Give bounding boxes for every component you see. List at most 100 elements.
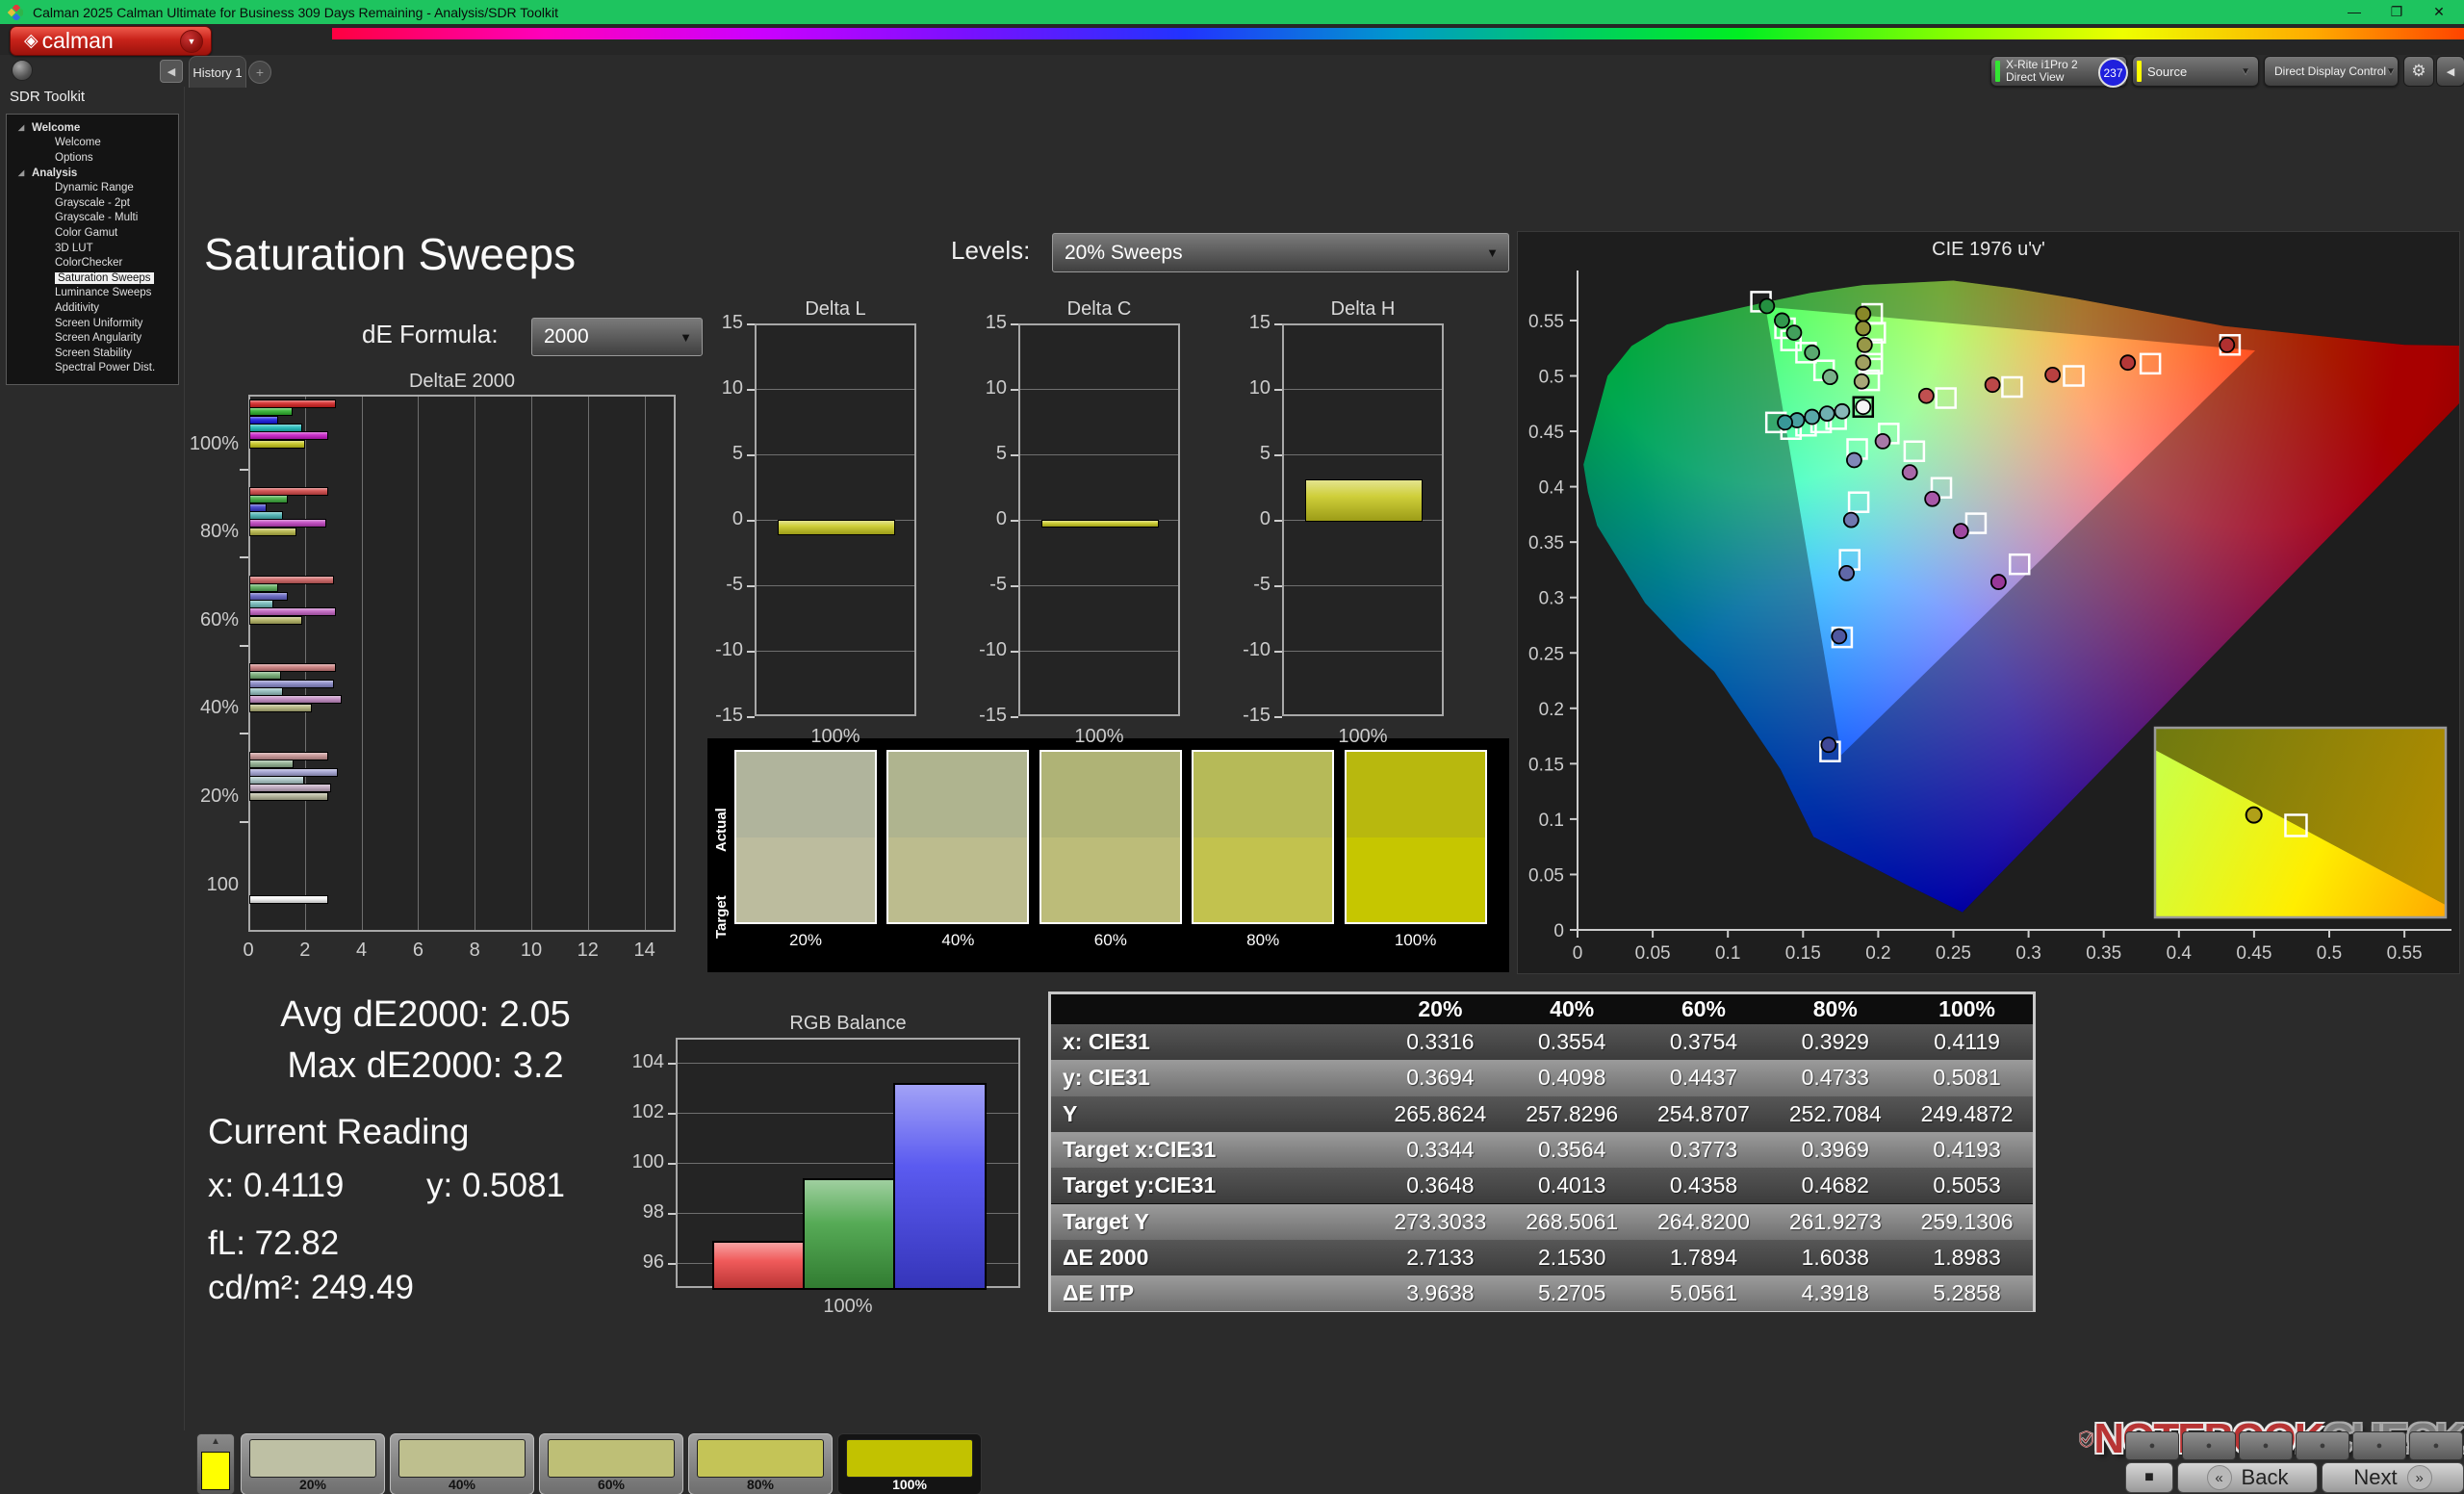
inset-measured-marker (2246, 808, 2262, 823)
expand-arrow-icon[interactable]: ◢ (18, 123, 24, 132)
y-group-label: 60% (135, 609, 239, 631)
back-button[interactable]: « Back (2177, 1462, 2318, 1493)
footer-card-40%[interactable]: 40% (390, 1433, 534, 1494)
swatch-actual (888, 752, 1027, 837)
footer-action-button-3[interactable]: ● (2239, 1431, 2293, 1460)
swatch-target (736, 837, 875, 923)
delta-bar-delta-c (1041, 520, 1160, 528)
y-tick-label: -5 (699, 574, 743, 596)
table-cell: 0.4682 (1769, 1168, 1901, 1203)
svg-text:0.2: 0.2 (1539, 700, 1564, 720)
footer-card-swatch (697, 1439, 824, 1478)
de-formula-dropdown[interactable]: 2000 ▼ (531, 318, 703, 356)
y-minor-tick (240, 469, 248, 471)
tab-history-1[interactable]: History 1 (189, 56, 246, 88)
measured-marker (1832, 629, 1846, 643)
footer-card-100%[interactable]: 100% (837, 1433, 982, 1494)
target-row-label: Target (713, 852, 730, 939)
source-dropdown[interactable]: Source ▼ (2132, 56, 2259, 87)
minimize-button[interactable]: — (2333, 0, 2375, 24)
sidebar-item-label: Welcome (55, 137, 101, 148)
restore-button[interactable]: ❐ (2375, 0, 2418, 24)
table-row: ΔE ITP3.96385.27055.05614.39185.2858 (1051, 1275, 2033, 1311)
add-tab-button[interactable]: + (248, 61, 271, 84)
rgb-bar-green (803, 1178, 896, 1290)
svg-text:0.25: 0.25 (1936, 943, 1971, 964)
sidebar-item-colorchecker[interactable]: ColorChecker (7, 255, 178, 270)
sidebar-collapse-button[interactable]: ◀ (160, 60, 183, 83)
display-control-dropdown[interactable]: Direct Display Control ▼ (2264, 56, 2399, 87)
table-cell: 0.5053 (1901, 1168, 2033, 1203)
sidebar-item-analysis[interactable]: ◢Analysis (7, 166, 178, 181)
footer-card-20%[interactable]: 20% (241, 1433, 385, 1494)
sidebar-item-luminance-sweeps[interactable]: Luminance Sweeps (7, 286, 178, 301)
footer-action-button-4[interactable]: ● (2296, 1431, 2349, 1460)
sidebar-item-welcome[interactable]: Welcome (7, 136, 178, 151)
expand-arrow-icon[interactable]: ◢ (18, 168, 24, 177)
sidebar-item-options[interactable]: Options (7, 150, 178, 166)
footer-action-button-2[interactable]: ● (2182, 1431, 2236, 1460)
svg-text:0.5: 0.5 (2317, 943, 2342, 964)
footer-card-60%[interactable]: 60% (539, 1433, 683, 1494)
table-cell: 0.4098 (1506, 1060, 1638, 1095)
y-group-label: 100 (135, 874, 239, 896)
table-row-label: Target y:CIE31 (1051, 1168, 1374, 1203)
swatch-cell-80% (1192, 750, 1334, 924)
y-tick (1274, 323, 1282, 325)
footer-card-80%[interactable]: 80% (688, 1433, 833, 1494)
sidebar-item-screen-angularity[interactable]: Screen Angularity (7, 330, 178, 346)
footer-action-button-6[interactable]: ● (2409, 1431, 2463, 1460)
table-row: Y265.8624257.8296254.8707252.7084249.487… (1051, 1096, 2033, 1132)
de-formula-label: dE Formula: (362, 320, 499, 349)
calman-menu-button[interactable]: ◈ calman ▼ (10, 26, 212, 56)
title-bar: Calman 2025 Calman Ultimate for Business… (0, 0, 2464, 24)
table-cell: 0.5081 (1901, 1060, 2033, 1095)
sidebar-item-saturation-sweeps[interactable]: Saturation Sweeps (7, 270, 178, 286)
stop-button[interactable]: ■ (2125, 1462, 2173, 1493)
measured-marker (1986, 377, 2000, 392)
delta-bar-delta-h (1305, 479, 1424, 522)
sidebar-item-3d-lut[interactable]: 3D LUT (7, 241, 178, 256)
measured-marker (1759, 298, 1774, 313)
source-label: Source (2147, 65, 2187, 78)
max-de2000: Max dE2000: 3.2 (262, 1045, 589, 1087)
sidebar-item-spectral-power-dist-[interactable]: Spectral Power Dist. (7, 361, 178, 376)
table-cell: 1.8983 (1901, 1240, 2033, 1275)
chevron-down-icon: ▼ (680, 330, 692, 345)
settings-button[interactable]: ⚙ (2403, 56, 2434, 87)
levels-label: Levels: (951, 236, 1030, 266)
measured-marker (1954, 524, 1968, 538)
close-button[interactable]: ✕ (2418, 0, 2460, 24)
gridline (1284, 454, 1442, 455)
next-button[interactable]: Next » (2322, 1462, 2464, 1493)
sidebar-item-additivity[interactable]: Additivity (7, 300, 178, 316)
levels-dropdown[interactable]: 20% Sweeps ▼ (1052, 233, 1509, 272)
y-tick-label: 0 (699, 508, 743, 530)
measured-marker (1821, 737, 1835, 752)
footer-swatch-widget[interactable]: ▲ (196, 1433, 235, 1494)
svg-text:0.4: 0.4 (2167, 943, 2193, 964)
actual-row-label: Actual (713, 765, 730, 852)
table-cell: 259.1306 (1901, 1204, 2033, 1240)
sidebar-knob-button[interactable] (12, 60, 33, 81)
y-tick-label: -15 (1226, 705, 1270, 727)
panel-collapse-button[interactable]: ◀ (2436, 56, 2464, 87)
sidebar-item-dynamic-range[interactable]: Dynamic Range (7, 180, 178, 195)
sidebar-item-grayscale-2pt[interactable]: Grayscale - 2pt (7, 195, 178, 211)
spectrum-stripe (332, 28, 2464, 39)
swatch-target (1194, 837, 1332, 923)
workflow-tree: ◢WelcomeWelcome Options◢AnalysisDynamic R… (6, 114, 179, 385)
table-cell: 0.4437 (1638, 1060, 1770, 1095)
footer-action-button-5[interactable]: ● (2352, 1431, 2406, 1460)
y-minor-tick (240, 733, 248, 734)
sidebar-item-label: Grayscale - 2pt (55, 197, 130, 209)
footer-action-button-1[interactable]: ● (2125, 1431, 2179, 1460)
sidebar-item-screen-stability[interactable]: Screen Stability (7, 346, 178, 361)
de-bar-100-white (249, 895, 328, 904)
sidebar-item-screen-uniformity[interactable]: Screen Uniformity (7, 316, 178, 331)
table-row-label: x: CIE31 (1051, 1024, 1374, 1060)
sidebar-item-welcome[interactable]: ◢Welcome (7, 120, 178, 136)
sidebar-item-grayscale-multi[interactable]: Grayscale - Multi (7, 211, 178, 226)
cie-inset-zoom (2155, 728, 2446, 917)
sidebar-item-color-gamut[interactable]: Color Gamut (7, 225, 178, 241)
